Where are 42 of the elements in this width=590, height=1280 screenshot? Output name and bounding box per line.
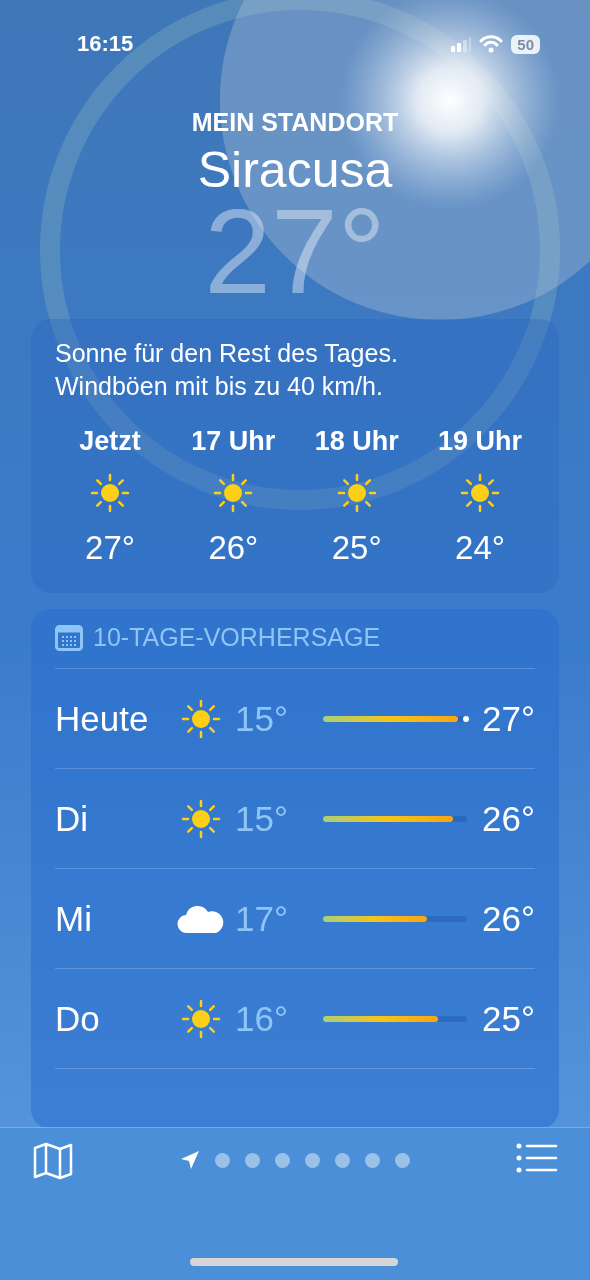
low-temperature: 17°: [235, 898, 289, 939]
page-dot[interactable]: [305, 1152, 320, 1168]
map-icon: [32, 1142, 74, 1180]
day-label: Di: [55, 798, 90, 839]
day-label: Heute: [55, 698, 150, 739]
hour-temperature: 24°: [455, 529, 505, 567]
page-dot[interactable]: [395, 1152, 410, 1168]
wifi-icon: [479, 35, 504, 53]
page-dot[interactable]: [335, 1152, 350, 1168]
location-label: MEIN STANDORT: [191, 108, 399, 137]
high-temperature: 25°: [481, 998, 535, 1039]
day-label: Do: [55, 998, 101, 1039]
sun-icon: [458, 471, 502, 515]
location-arrow-icon[interactable]: [180, 1150, 200, 1170]
page-dot[interactable]: [215, 1152, 230, 1168]
hour-temperature: 27°: [85, 529, 135, 567]
map-button[interactable]: [32, 1142, 74, 1180]
high-temperature: 26°: [481, 798, 535, 839]
hour-label: 17 Uhr: [191, 426, 276, 457]
hour-temperature: 26°: [208, 529, 259, 567]
list-button[interactable]: [516, 1142, 558, 1174]
high-temperature: 27°: [481, 698, 535, 739]
day-label: Mi: [55, 898, 93, 939]
cloud-icon: [177, 903, 225, 934]
hour-temperature: 25°: [331, 529, 382, 567]
low-temperature: 15°: [235, 698, 289, 739]
signal-icon: [451, 36, 472, 52]
page-dot[interactable]: [365, 1152, 380, 1168]
sun-icon: [88, 471, 132, 515]
weather-summary: Sonne für den Rest des Tages. Windböen mit bis zu 40 km/h.: [55, 338, 399, 402]
hour-label: Jetzt: [79, 426, 141, 457]
high-temperature: 26°: [481, 898, 535, 939]
list-icon: [516, 1142, 558, 1174]
hour-label: 18 Uhr: [314, 426, 399, 457]
low-temperature: 16°: [235, 998, 289, 1039]
forecast-title: 10-TAGE-VORHERSAGE: [93, 623, 381, 652]
status-time: 16:15: [77, 31, 134, 57]
page-dot[interactable]: [245, 1152, 260, 1168]
hour-label: 19 Uhr: [437, 426, 522, 457]
low-temperature: 15°: [235, 798, 289, 839]
calendar-icon: [55, 624, 83, 651]
page-dot[interactable]: [275, 1152, 290, 1168]
